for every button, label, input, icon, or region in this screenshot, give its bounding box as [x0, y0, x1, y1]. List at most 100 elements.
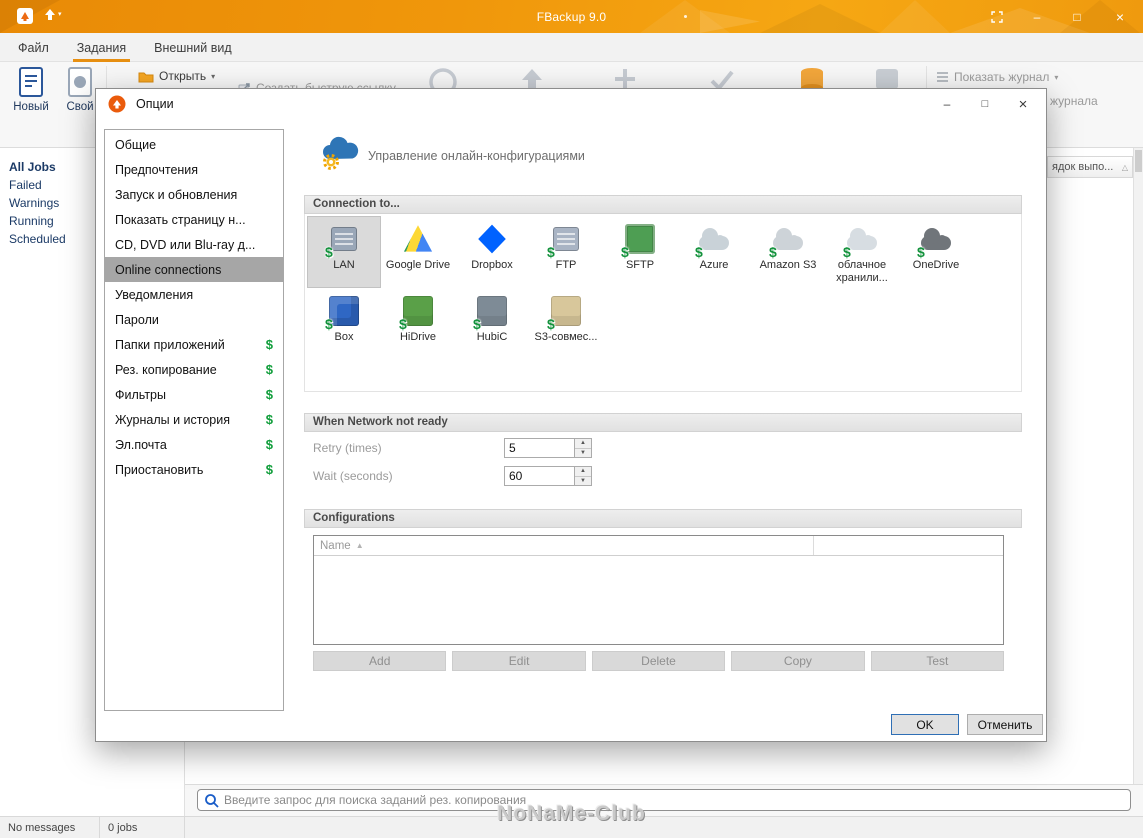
section-connection: Connection to...: [304, 195, 1022, 214]
options-dialog: Опции – □ × Общие $ Предпочтения $ Запус…: [95, 88, 1047, 742]
options-category[interactable]: CD, DVD или Blu-ray д... $: [105, 232, 283, 257]
connection-grid: $ LAN $ Google Drive $ Dropbox: [304, 214, 1022, 392]
connection-icon: $: [547, 294, 583, 332]
options-category[interactable]: Эл.почта $: [105, 432, 283, 457]
retry-input[interactable]: [505, 439, 574, 457]
connection-tile[interactable]: $ Box: [307, 288, 381, 347]
log-list-icon: [937, 72, 948, 82]
menu-tab[interactable]: Файл: [4, 33, 63, 62]
config-button[interactable]: Copy: [731, 651, 865, 671]
connection-tile[interactable]: $ LAN: [307, 216, 381, 288]
dollar-icon: $: [843, 244, 851, 260]
custom-document-icon: [68, 67, 92, 97]
page-title: Управление онлайн-конфигурациями: [368, 149, 585, 163]
options-category-label: Показать страницу н...: [115, 212, 246, 227]
connection-icon: $: [325, 222, 361, 260]
fbackup-window: ▾ FBackup 9.0 – □ × Файл Задания Внешний в…: [0, 0, 1143, 838]
name-column-header[interactable]: Name ▲: [314, 536, 814, 555]
options-category[interactable]: Показать страницу н... $: [105, 207, 283, 232]
connection-label: HubiC: [476, 331, 508, 343]
maximize-button[interactable]: □: [1057, 0, 1097, 33]
options-category-label: Запуск и обновления: [115, 187, 238, 202]
connection-icon: $: [399, 294, 435, 332]
fullscreen-button[interactable]: [977, 0, 1017, 33]
chevron-down-icon: ▾: [58, 11, 62, 18]
connection-tile[interactable]: $ HubiC: [455, 288, 529, 347]
menu-tab[interactable]: Задания: [63, 33, 140, 62]
connection-tile[interactable]: $ FTP: [529, 216, 603, 288]
jobs-column-header-fragment[interactable]: ядок выпо... △: [1047, 156, 1133, 178]
app-icon[interactable]: [16, 7, 34, 30]
options-category[interactable]: Журналы и история $: [105, 407, 283, 432]
options-category-label: Общие: [115, 137, 157, 152]
dollar-icon: $: [547, 316, 555, 332]
connection-tile[interactable]: $ HiDrive: [381, 288, 455, 347]
connection-label: FTP: [555, 259, 577, 271]
sort-asc-icon: ▲: [355, 541, 364, 550]
status-jobs: 0 jobs: [100, 817, 185, 838]
close-button[interactable]: ×: [1097, 0, 1143, 33]
options-category[interactable]: Рез. копирование $: [105, 357, 283, 382]
cancel-button[interactable]: Отменить: [967, 714, 1043, 735]
wait-input[interactable]: [505, 467, 574, 485]
minimize-button[interactable]: –: [1017, 0, 1057, 33]
connection-tile[interactable]: $ облачное хранили...: [825, 216, 899, 288]
connection-tile[interactable]: $ Azure: [677, 216, 751, 288]
dollar-icon: $: [265, 387, 273, 402]
ok-button[interactable]: OK: [891, 714, 959, 735]
spin-up-button[interactable]: ▲: [575, 467, 591, 477]
connection-label: Amazon S3: [759, 259, 817, 271]
connection-tile[interactable]: $ Dropbox: [455, 216, 529, 288]
custom-job-label: Свой: [66, 101, 94, 113]
new-job-label: Новый: [13, 101, 49, 113]
scrollbar-thumb[interactable]: [1135, 150, 1142, 172]
dialog-titlebar: Опции – □ ×: [96, 89, 1046, 119]
config-button[interactable]: Add: [313, 651, 447, 671]
search-input[interactable]: [224, 793, 1130, 807]
spin-down-button[interactable]: ▼: [575, 476, 591, 485]
show-log-label: Показать журнал: [954, 70, 1050, 84]
pin-up-icon: [45, 9, 55, 20]
options-category[interactable]: Приостановить $: [105, 457, 283, 482]
config-button[interactable]: Test: [870, 651, 1005, 671]
options-category[interactable]: Online connections $: [105, 257, 283, 282]
menu-bar: Файл Задания Внешний вид: [0, 33, 1143, 62]
options-category[interactable]: Общие $: [105, 132, 283, 157]
retry-spinner: ▲ ▼: [504, 438, 592, 458]
connection-tile[interactable]: $ Google Drive: [381, 216, 455, 288]
sort-icon: △: [1121, 162, 1128, 172]
dollar-icon: $: [265, 412, 273, 427]
options-category[interactable]: Предпочтения $: [105, 157, 283, 182]
dialog-close-button[interactable]: ×: [1004, 89, 1042, 119]
new-document-icon: [19, 67, 43, 97]
show-log-button[interactable]: Показать журнал ▾: [936, 70, 1058, 84]
config-button[interactable]: Edit: [452, 651, 586, 671]
options-category[interactable]: Фильтры $: [105, 382, 283, 407]
new-job-button[interactable]: Новый: [6, 66, 56, 113]
connection-tile[interactable]: $ SFTP: [603, 216, 677, 288]
vertical-scrollbar[interactable]: [1133, 148, 1143, 784]
folder-icon: [138, 72, 154, 82]
config-button[interactable]: Delete: [591, 651, 726, 671]
options-category[interactable]: Папки приложений $: [105, 332, 283, 357]
spin-up-button[interactable]: ▲: [575, 439, 591, 449]
dialog-maximize-button[interactable]: □: [966, 89, 1004, 119]
open-button[interactable]: Открыть ▾: [138, 69, 215, 83]
connection-tile[interactable]: $ S3-совмес...: [529, 288, 603, 347]
connection-tile[interactable]: $ Amazon S3: [751, 216, 825, 288]
options-category-label: Эл.почта: [115, 437, 167, 452]
options-category-label: Приостановить: [115, 462, 204, 477]
dialog-minimize-button[interactable]: –: [928, 89, 966, 119]
search-box: [197, 789, 1131, 811]
options-category[interactable]: Запуск и обновления $: [105, 182, 283, 207]
dollar-icon: $: [547, 244, 555, 260]
connection-tile[interactable]: $ OneDrive: [899, 216, 973, 288]
options-category[interactable]: Уведомления $: [105, 282, 283, 307]
show-log-label-fragment: журнала: [1050, 94, 1098, 108]
titlebar: ▾ FBackup 9.0 – □ ×: [0, 0, 1143, 33]
options-category[interactable]: Пароли $: [105, 307, 283, 332]
chevron-down-icon: ▾: [1054, 72, 1059, 82]
quick-access-toolbar-button[interactable]: ▾: [44, 8, 62, 21]
spin-down-button[interactable]: ▼: [575, 448, 591, 457]
menu-tab[interactable]: Внешний вид: [140, 33, 245, 62]
